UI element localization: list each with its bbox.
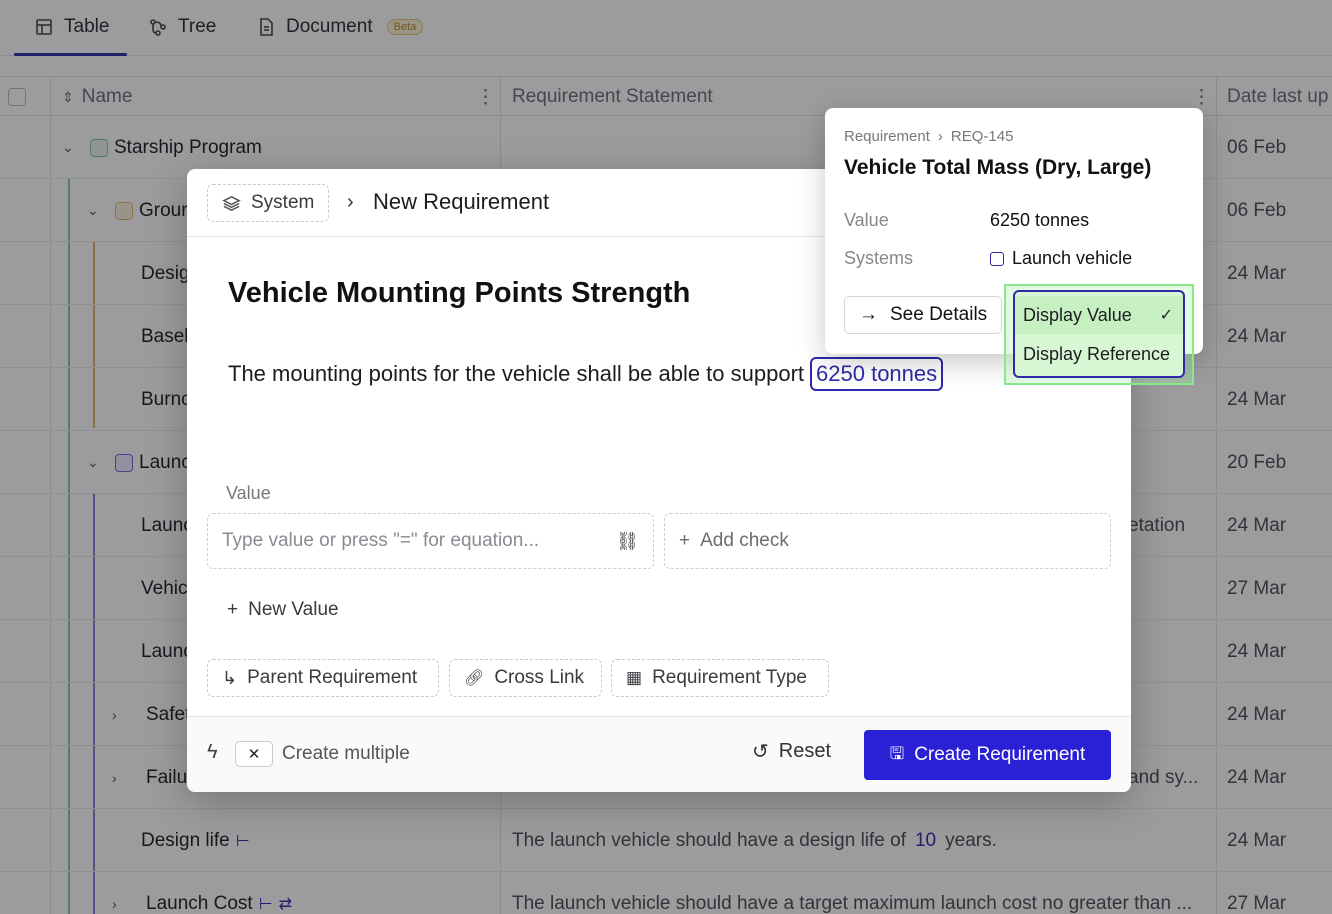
new-value-button[interactable]: + New Value xyxy=(227,599,339,621)
value-label: Value xyxy=(226,483,271,503)
parent-requirement-button[interactable]: ↳ Parent Requirement xyxy=(207,659,439,697)
requirement-statement[interactable]: The mounting points for the vehicle shal… xyxy=(228,357,944,391)
value-input[interactable] xyxy=(222,530,602,552)
plus-icon: + xyxy=(227,599,239,620)
modal-footer: ϟ ✕ Create multiple ↺ Reset 🖫︎ Create Re… xyxy=(187,716,1131,792)
system-selector-button[interactable]: System xyxy=(207,184,330,222)
link-icon[interactable]: ⛓ xyxy=(616,531,639,552)
see-details-button[interactable]: → See Details xyxy=(844,296,1002,334)
cross-link-button[interactable]: 🔗︎ Cross Link xyxy=(449,659,602,697)
create-requirement-button[interactable]: 🖫︎ Create Requirement xyxy=(864,730,1111,780)
save-icon: 🖫︎ xyxy=(889,743,905,763)
lightning-icon: ϟ xyxy=(207,741,218,763)
value-reference-chip[interactable]: 6250 tonnes xyxy=(810,357,944,391)
card-title: Vehicle Total Mass (Dry, Large) xyxy=(844,156,1152,179)
reset-icon: ↺ xyxy=(752,741,769,763)
corner-arrow-icon: ↳ xyxy=(222,667,238,688)
chevron-right-icon: › xyxy=(347,191,354,213)
link-icon: 🔗︎ xyxy=(464,670,485,687)
arrow-right-icon: → xyxy=(859,304,878,325)
create-multiple-toggle[interactable]: ✕ xyxy=(235,741,273,767)
requirement-title[interactable]: Vehicle Mounting Points Strength xyxy=(228,277,690,310)
requirement-type-button[interactable]: ▦ Requirement Type xyxy=(611,659,829,697)
breadcrumb: Requirement › REQ-145 xyxy=(844,128,1014,145)
check-icon: ✓ xyxy=(1159,307,1173,324)
value-text: 6250 tonnes xyxy=(990,210,1090,230)
value-key: Value xyxy=(844,210,889,230)
systems-key: Systems xyxy=(844,248,914,268)
reset-button[interactable]: ↺ Reset xyxy=(752,739,831,764)
menu-item-display-reference[interactable]: Display Reference xyxy=(1015,335,1183,373)
chevron-right-icon: › xyxy=(937,128,943,145)
modal-title: New Requirement xyxy=(373,189,550,214)
menu-item-display-value[interactable]: Display Value ✓ xyxy=(1015,296,1183,334)
grid-icon: ▦ xyxy=(626,668,643,687)
system-link[interactable]: Launch vehicle xyxy=(990,248,1132,269)
display-mode-menu: Display Value ✓ Display Reference xyxy=(1013,290,1185,378)
create-multiple-label: Create multiple xyxy=(282,743,410,764)
system-icon xyxy=(990,251,1004,266)
add-check-button[interactable]: + Add check xyxy=(664,513,1111,569)
value-field[interactable]: ⛓ xyxy=(207,513,654,569)
plus-icon: + xyxy=(679,530,691,551)
layers-icon xyxy=(222,195,241,211)
